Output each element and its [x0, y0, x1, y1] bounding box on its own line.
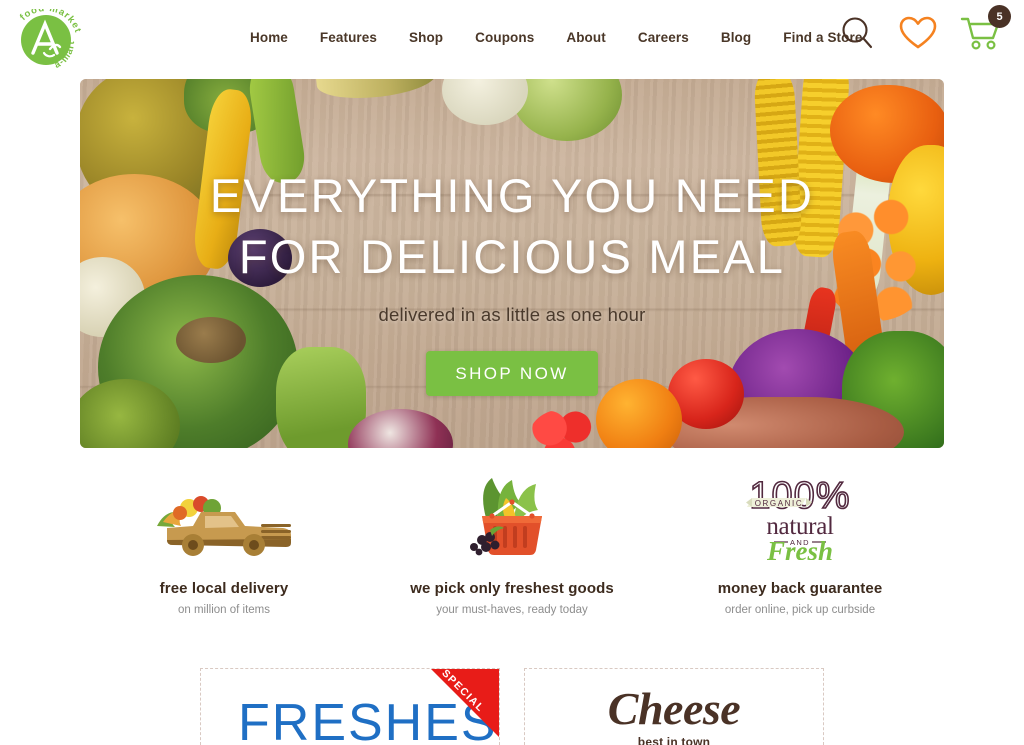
- shopping-basket-icon: [470, 478, 542, 556]
- feature-artwork: [368, 478, 656, 560]
- page-root: food market a-mart Home Features Shop Co…: [0, 0, 1024, 745]
- heart-icon: [899, 16, 937, 49]
- feature-subtitle: on million of items: [177, 604, 271, 616]
- promo-title: Cheese: [607, 683, 741, 734]
- nav-item-blog[interactable]: Blog: [705, 30, 767, 45]
- nav-item-about[interactable]: About: [550, 30, 621, 45]
- feature-free-local-delivery: free local delivery on million of items: [80, 478, 368, 616]
- green-onion-decor: [314, 79, 438, 104]
- promo-card-cheese[interactable]: Cheese best in town: [524, 668, 824, 745]
- feature-title: free local delivery: [159, 580, 289, 597]
- promo-subtitle: best in town: [637, 735, 711, 745]
- hero-copy-block: Everything you need for delicious meal d…: [80, 165, 944, 397]
- feature-subtitle: your must-haves, ready today: [436, 604, 588, 616]
- feature-artwork: [80, 478, 368, 560]
- wishlist-button[interactable]: [898, 15, 938, 51]
- hero-banner: Everything you need for delicious meal d…: [80, 79, 944, 448]
- hero-subheadline: delivered in as little as one hour: [378, 304, 646, 326]
- grapes-decor: [512, 79, 622, 141]
- hero-headline: Everything you need for delicious meal: [80, 165, 944, 287]
- feature-title: we pick only freshest goods: [410, 580, 614, 597]
- feature-artwork: 100% ORGANIC natural AND Fresh: [656, 476, 944, 560]
- search-button[interactable]: [839, 15, 876, 52]
- badge-percent: 100%: [749, 476, 850, 517]
- features-section: free local delivery on million of items: [80, 476, 944, 616]
- main-navigation: Home Features Shop Coupons About Careers…: [250, 30, 878, 45]
- promo-card-freshest[interactable]: Freshest SPECIAL: [200, 668, 500, 745]
- search-icon: [842, 16, 873, 48]
- shop-now-button[interactable]: Shop Now: [426, 351, 598, 397]
- fennel-decor: [442, 79, 528, 125]
- feature-freshest-goods: we pick only freshest goods your must-ha…: [368, 478, 656, 616]
- hero-headline-line-2: for delicious meal: [238, 230, 786, 284]
- hero-headline-line-1: Everything you need: [209, 169, 815, 222]
- nav-item-coupons[interactable]: Coupons: [459, 30, 550, 45]
- promo-cards-section: Freshest SPECIAL Cheese best in town: [200, 668, 824, 745]
- strawberries-decor: [528, 409, 600, 448]
- cart-button[interactable]: 5: [960, 5, 1011, 52]
- feature-money-back-guarantee: 100% ORGANIC natural AND Fresh money bac…: [656, 476, 944, 616]
- badge-organic: ORGANIC: [755, 499, 804, 508]
- brand-logo[interactable]: food market a-mart: [10, 3, 83, 71]
- nav-item-careers[interactable]: Careers: [622, 30, 705, 45]
- natural-fresh-badge-icon: 100% ORGANIC natural AND Fresh: [746, 476, 850, 560]
- ribbon-shape: [431, 669, 499, 737]
- nav-item-shop[interactable]: Shop: [393, 30, 459, 45]
- badge-fresh: Fresh: [766, 536, 833, 560]
- nav-item-features[interactable]: Features: [304, 30, 393, 45]
- header-icon-group: 5: [839, 5, 1011, 52]
- special-ribbon: SPECIAL: [431, 669, 499, 737]
- brand-logo-mark: food market a-mart: [18, 3, 83, 71]
- feature-title: money back guarantee: [717, 580, 883, 597]
- delivery-truck-icon: [157, 496, 291, 556]
- site-header: food market a-mart Home Features Shop Co…: [0, 0, 1024, 80]
- nav-item-home[interactable]: Home: [250, 30, 304, 45]
- cart-count-badge: 5: [988, 5, 1011, 28]
- feature-subtitle: order online, pick up curbside: [724, 604, 876, 616]
